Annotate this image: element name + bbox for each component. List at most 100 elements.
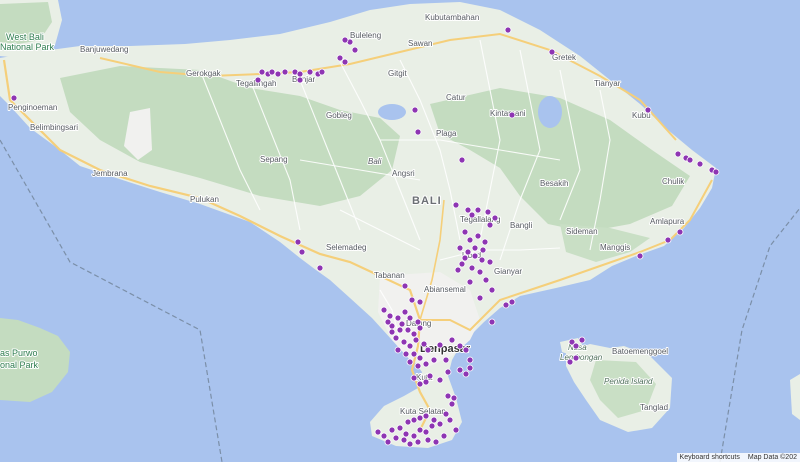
- location-marker[interactable]: [298, 248, 306, 256]
- location-marker[interactable]: [296, 76, 304, 84]
- location-marker[interactable]: [410, 374, 418, 382]
- location-marker[interactable]: [471, 252, 479, 260]
- location-marker[interactable]: [294, 238, 302, 246]
- location-marker[interactable]: [502, 301, 510, 309]
- location-marker[interactable]: [482, 276, 490, 284]
- location-marker[interactable]: [422, 412, 430, 420]
- location-marker[interactable]: [442, 356, 450, 364]
- location-marker[interactable]: [398, 320, 406, 328]
- location-marker[interactable]: [464, 206, 472, 214]
- location-marker[interactable]: [281, 68, 289, 76]
- location-marker[interactable]: [448, 336, 456, 344]
- location-marker[interactable]: [341, 58, 349, 66]
- location-marker[interactable]: [664, 236, 672, 244]
- location-marker[interactable]: [406, 440, 414, 448]
- location-marker[interactable]: [452, 426, 460, 434]
- location-marker[interactable]: [466, 364, 474, 372]
- location-marker[interactable]: [258, 68, 266, 76]
- location-marker[interactable]: [491, 214, 499, 222]
- location-marker[interactable]: [674, 150, 682, 158]
- location-marker[interactable]: [456, 342, 464, 350]
- location-marker[interactable]: [572, 354, 580, 362]
- location-marker[interactable]: [454, 266, 462, 274]
- location-marker[interactable]: [388, 328, 396, 336]
- location-marker[interactable]: [416, 380, 424, 388]
- location-marker[interactable]: [486, 221, 494, 229]
- location-marker[interactable]: [408, 296, 416, 304]
- location-marker[interactable]: [400, 338, 408, 346]
- location-marker[interactable]: [402, 350, 410, 358]
- location-marker[interactable]: [644, 106, 652, 114]
- location-marker[interactable]: [712, 168, 720, 176]
- location-marker[interactable]: [461, 228, 469, 236]
- location-marker[interactable]: [686, 156, 694, 164]
- location-marker[interactable]: [416, 414, 424, 422]
- location-marker[interactable]: [422, 378, 430, 386]
- location-marker[interactable]: [508, 111, 516, 119]
- location-marker[interactable]: [414, 438, 422, 446]
- location-marker[interactable]: [488, 286, 496, 294]
- location-marker[interactable]: [432, 438, 440, 446]
- location-marker[interactable]: [548, 48, 556, 56]
- location-marker[interactable]: [461, 254, 469, 262]
- location-marker[interactable]: [396, 424, 404, 432]
- location-marker[interactable]: [416, 324, 424, 332]
- location-marker[interactable]: [422, 360, 430, 368]
- location-marker[interactable]: [436, 420, 444, 428]
- location-marker[interactable]: [481, 238, 489, 246]
- location-marker[interactable]: [484, 208, 492, 216]
- location-marker[interactable]: [394, 314, 402, 322]
- location-marker[interactable]: [422, 428, 430, 436]
- location-marker[interactable]: [410, 330, 418, 338]
- location-marker[interactable]: [424, 436, 432, 444]
- map-canvas[interactable]: West Bali National Park as Purwo onal Pa…: [0, 0, 800, 462]
- location-marker[interactable]: [412, 336, 420, 344]
- location-marker[interactable]: [416, 298, 424, 306]
- location-marker[interactable]: [380, 432, 388, 440]
- location-marker[interactable]: [458, 260, 466, 268]
- location-marker[interactable]: [396, 326, 404, 334]
- location-marker[interactable]: [374, 428, 382, 436]
- location-marker[interactable]: [318, 68, 326, 76]
- location-marker[interactable]: [414, 362, 422, 370]
- location-marker[interactable]: [468, 264, 476, 272]
- location-marker[interactable]: [336, 54, 344, 62]
- location-marker[interactable]: [341, 36, 349, 44]
- location-marker[interactable]: [401, 308, 409, 316]
- location-marker[interactable]: [392, 334, 400, 342]
- location-marker[interactable]: [452, 201, 460, 209]
- location-marker[interactable]: [416, 354, 424, 362]
- location-marker[interactable]: [406, 342, 414, 350]
- location-marker[interactable]: [406, 314, 414, 322]
- location-marker[interactable]: [474, 232, 482, 240]
- location-marker[interactable]: [430, 356, 438, 364]
- location-marker[interactable]: [296, 70, 304, 78]
- location-marker[interactable]: [404, 326, 412, 334]
- location-marker[interactable]: [476, 294, 484, 302]
- location-marker[interactable]: [448, 400, 456, 408]
- location-marker[interactable]: [464, 248, 472, 256]
- location-marker[interactable]: [566, 358, 574, 366]
- location-marker[interactable]: [466, 356, 474, 364]
- location-marker[interactable]: [410, 432, 418, 440]
- location-marker[interactable]: [384, 318, 392, 326]
- location-marker[interactable]: [476, 268, 484, 276]
- location-marker[interactable]: [274, 70, 282, 78]
- location-marker[interactable]: [388, 426, 396, 434]
- location-marker[interactable]: [696, 160, 704, 168]
- keyboard-shortcuts-link[interactable]: Keyboard shortcuts: [680, 454, 740, 461]
- location-marker[interactable]: [402, 430, 410, 438]
- location-marker[interactable]: [380, 306, 388, 314]
- location-marker[interactable]: [504, 26, 512, 34]
- location-marker[interactable]: [456, 244, 464, 252]
- location-marker[interactable]: [458, 156, 466, 164]
- location-marker[interactable]: [401, 282, 409, 290]
- location-marker[interactable]: [268, 68, 276, 76]
- location-marker[interactable]: [636, 252, 644, 260]
- location-marker[interactable]: [426, 372, 434, 380]
- location-marker[interactable]: [478, 256, 486, 264]
- location-marker[interactable]: [404, 418, 412, 426]
- location-marker[interactable]: [436, 341, 444, 349]
- location-marker[interactable]: [316, 264, 324, 272]
- location-marker[interactable]: [416, 426, 424, 434]
